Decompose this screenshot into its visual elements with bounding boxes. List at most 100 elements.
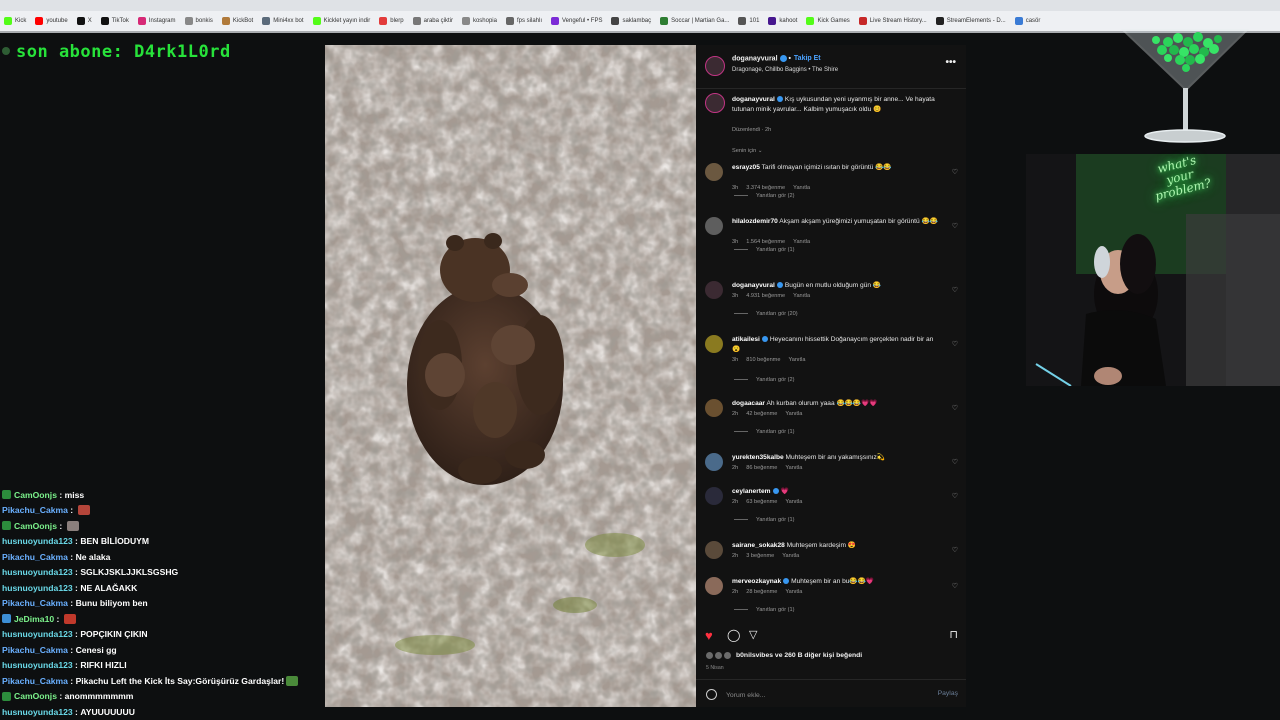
commenter-username[interactable]: esrayz05 xyxy=(732,164,760,171)
audio-label[interactable]: Dragonage, Chillbo Baggins • The Shire xyxy=(732,67,838,73)
bookmark-item[interactable]: blerp xyxy=(379,17,404,25)
bookmark-item[interactable]: Kick xyxy=(4,17,26,25)
chat-username[interactable]: CamOonjs xyxy=(14,691,57,701)
commenter-avatar[interactable] xyxy=(705,163,723,181)
comment-likes[interactable]: 3 beğenme xyxy=(746,553,774,559)
comment-like-heart-icon[interactable]: ♡ xyxy=(952,582,958,590)
comment-like-heart-icon[interactable]: ♡ xyxy=(952,458,958,466)
comment-like-heart-icon[interactable]: ♡ xyxy=(952,340,958,348)
share-icon[interactable]: ▽ xyxy=(749,628,757,641)
chat-username[interactable]: CamOonjs xyxy=(14,490,57,500)
view-replies-button[interactable]: Yanıtları gör (1) xyxy=(734,247,794,253)
commenter-username[interactable]: dogaacaar xyxy=(732,400,765,407)
comment-likes[interactable]: 1.564 beğenme xyxy=(746,239,785,245)
reply-button[interactable]: Yanıtla xyxy=(785,411,802,417)
bookmark-item[interactable]: StreamElements - D... xyxy=(935,17,1006,25)
post-comment-button[interactable]: Paylaş xyxy=(938,690,958,697)
bookmark-icon[interactable]: ⊓ xyxy=(949,628,958,641)
bookmark-item[interactable]: fps silahlı xyxy=(505,17,542,25)
author-avatar[interactable] xyxy=(705,56,725,76)
reply-button[interactable]: Yanıtla xyxy=(782,553,799,559)
reply-button[interactable]: Yanıtla xyxy=(788,357,805,363)
bookmark-item[interactable]: casör xyxy=(1014,17,1040,25)
comment-likes[interactable]: 86 beğenme xyxy=(746,465,777,471)
comment-like-heart-icon[interactable]: ♡ xyxy=(952,286,958,294)
comment-like-heart-icon[interactable]: ♡ xyxy=(952,222,958,230)
comment-likes[interactable]: 28 beğenme xyxy=(746,589,777,595)
caption-username[interactable]: doganayvural xyxy=(732,96,775,103)
chat-username[interactable]: CamOonjs xyxy=(14,521,57,531)
bookmark-item[interactable]: Live Stream History... xyxy=(858,17,927,25)
reply-button[interactable]: Yanıtla xyxy=(785,465,802,471)
comment-likes[interactable]: 810 beğenme xyxy=(746,357,780,363)
likes-summary[interactable]: b0nilsvibes ve 260 B diğer kişi beğendi xyxy=(706,652,862,659)
chat-username[interactable]: Pikachu_Cakma xyxy=(2,676,68,686)
commenter-avatar[interactable] xyxy=(705,281,723,299)
comment-like-heart-icon[interactable]: ♡ xyxy=(952,492,958,500)
reply-button[interactable]: Yanıtla xyxy=(785,499,802,505)
comment-like-heart-icon[interactable]: ♡ xyxy=(952,546,958,554)
bookmark-item[interactable]: araba çiktir xyxy=(412,17,453,25)
commenter-username[interactable]: yurekten35kalbe xyxy=(732,454,784,461)
commenter-username[interactable]: atikailesi xyxy=(732,336,760,343)
chat-username[interactable]: husnuoyunda123 xyxy=(2,583,73,593)
follow-button[interactable]: Takip Et xyxy=(794,55,821,62)
commenter-username[interactable]: ceylanertem xyxy=(732,488,771,495)
view-replies-button[interactable]: Yanıtları gör (2) xyxy=(734,193,794,199)
post-image[interactable] xyxy=(325,45,696,707)
caption-avatar[interactable] xyxy=(705,93,725,113)
bookmark-item[interactable]: bonkis xyxy=(184,17,213,25)
view-replies-button[interactable]: Yanıtları gör (1) xyxy=(734,607,794,613)
comment-likes[interactable]: 4.931 beğenme xyxy=(746,293,785,299)
commenter-username[interactable]: merveozkaynak xyxy=(732,578,781,585)
chat-username[interactable]: husnuoyunda123 xyxy=(2,567,73,577)
chat-username[interactable]: husnuoyunda123 xyxy=(2,707,73,717)
commenter-username[interactable]: sairane_sokak28 xyxy=(732,542,785,549)
like-heart-icon[interactable]: ♥ xyxy=(705,628,713,643)
commenter-avatar[interactable] xyxy=(705,335,723,353)
reply-button[interactable]: Yanıtla xyxy=(793,239,810,245)
commenter-username[interactable]: hilalozdemir70 xyxy=(732,218,778,225)
bookmark-item[interactable]: KickBot xyxy=(221,17,253,25)
comment-likes[interactable]: 3.374 beğenme xyxy=(746,185,785,191)
more-horizontal-icon[interactable]: ••• xyxy=(945,57,956,68)
bookmark-item[interactable]: koshopia xyxy=(461,17,497,25)
commenter-avatar[interactable] xyxy=(705,541,723,559)
view-replies-button[interactable]: Yanıtları gör (1) xyxy=(734,429,794,435)
chat-username[interactable]: husnuoyunda123 xyxy=(2,660,73,670)
reply-button[interactable]: Yanıtla xyxy=(785,589,802,595)
view-replies-button[interactable]: Yanıtları gör (1) xyxy=(734,517,794,523)
commenter-username[interactable]: doganayvural xyxy=(732,282,775,289)
bookmark-item[interactable]: kahoot xyxy=(768,17,797,25)
comment-likes[interactable]: 63 beğenme xyxy=(746,499,777,505)
author-username[interactable]: doganayvural xyxy=(732,55,778,62)
view-replies-button[interactable]: Yanıtları gör (20) xyxy=(734,311,798,317)
commenter-avatar[interactable] xyxy=(705,399,723,417)
bookmark-item[interactable]: TikTok xyxy=(100,17,129,25)
emoji-icon[interactable] xyxy=(706,689,717,700)
for-you-sort[interactable]: Senin için ⌄ xyxy=(732,148,763,154)
view-replies-button[interactable]: Yanıtları gör (2) xyxy=(734,377,794,383)
chat-username[interactable]: husnuoyunda123 xyxy=(2,629,73,639)
bookmark-item[interactable]: Mini4xx bot xyxy=(262,17,304,25)
bookmark-item[interactable]: Kicklet yayın indir xyxy=(312,17,370,25)
bookmark-item[interactable]: Soccar | Martian Ga... xyxy=(660,17,729,25)
comment-input[interactable] xyxy=(726,689,906,701)
commenter-avatar[interactable] xyxy=(705,453,723,471)
chat-username[interactable]: Pikachu_Cakma xyxy=(2,505,68,515)
commenter-avatar[interactable] xyxy=(705,487,723,505)
bookmark-item[interactable]: Instagram xyxy=(137,17,176,25)
bookmark-item[interactable]: X xyxy=(76,17,92,25)
bookmark-item[interactable]: 101 xyxy=(738,17,759,25)
commenter-avatar[interactable] xyxy=(705,577,723,595)
chat-username[interactable]: Pikachu_Cakma xyxy=(2,645,68,655)
commenter-avatar[interactable] xyxy=(705,217,723,235)
chat-username[interactable]: Pikachu_Cakma xyxy=(2,552,68,562)
comment-like-heart-icon[interactable]: ♡ xyxy=(952,168,958,176)
comment-likes[interactable]: 42 beğenme xyxy=(746,411,777,417)
chat-username[interactable]: Pikachu_Cakma xyxy=(2,598,68,608)
bookmark-item[interactable]: Vengeful • FPS xyxy=(551,17,602,25)
bookmark-item[interactable]: youtube xyxy=(35,17,68,25)
chat-username[interactable]: JeDima10 xyxy=(14,614,54,624)
comment-like-heart-icon[interactable]: ♡ xyxy=(952,404,958,412)
